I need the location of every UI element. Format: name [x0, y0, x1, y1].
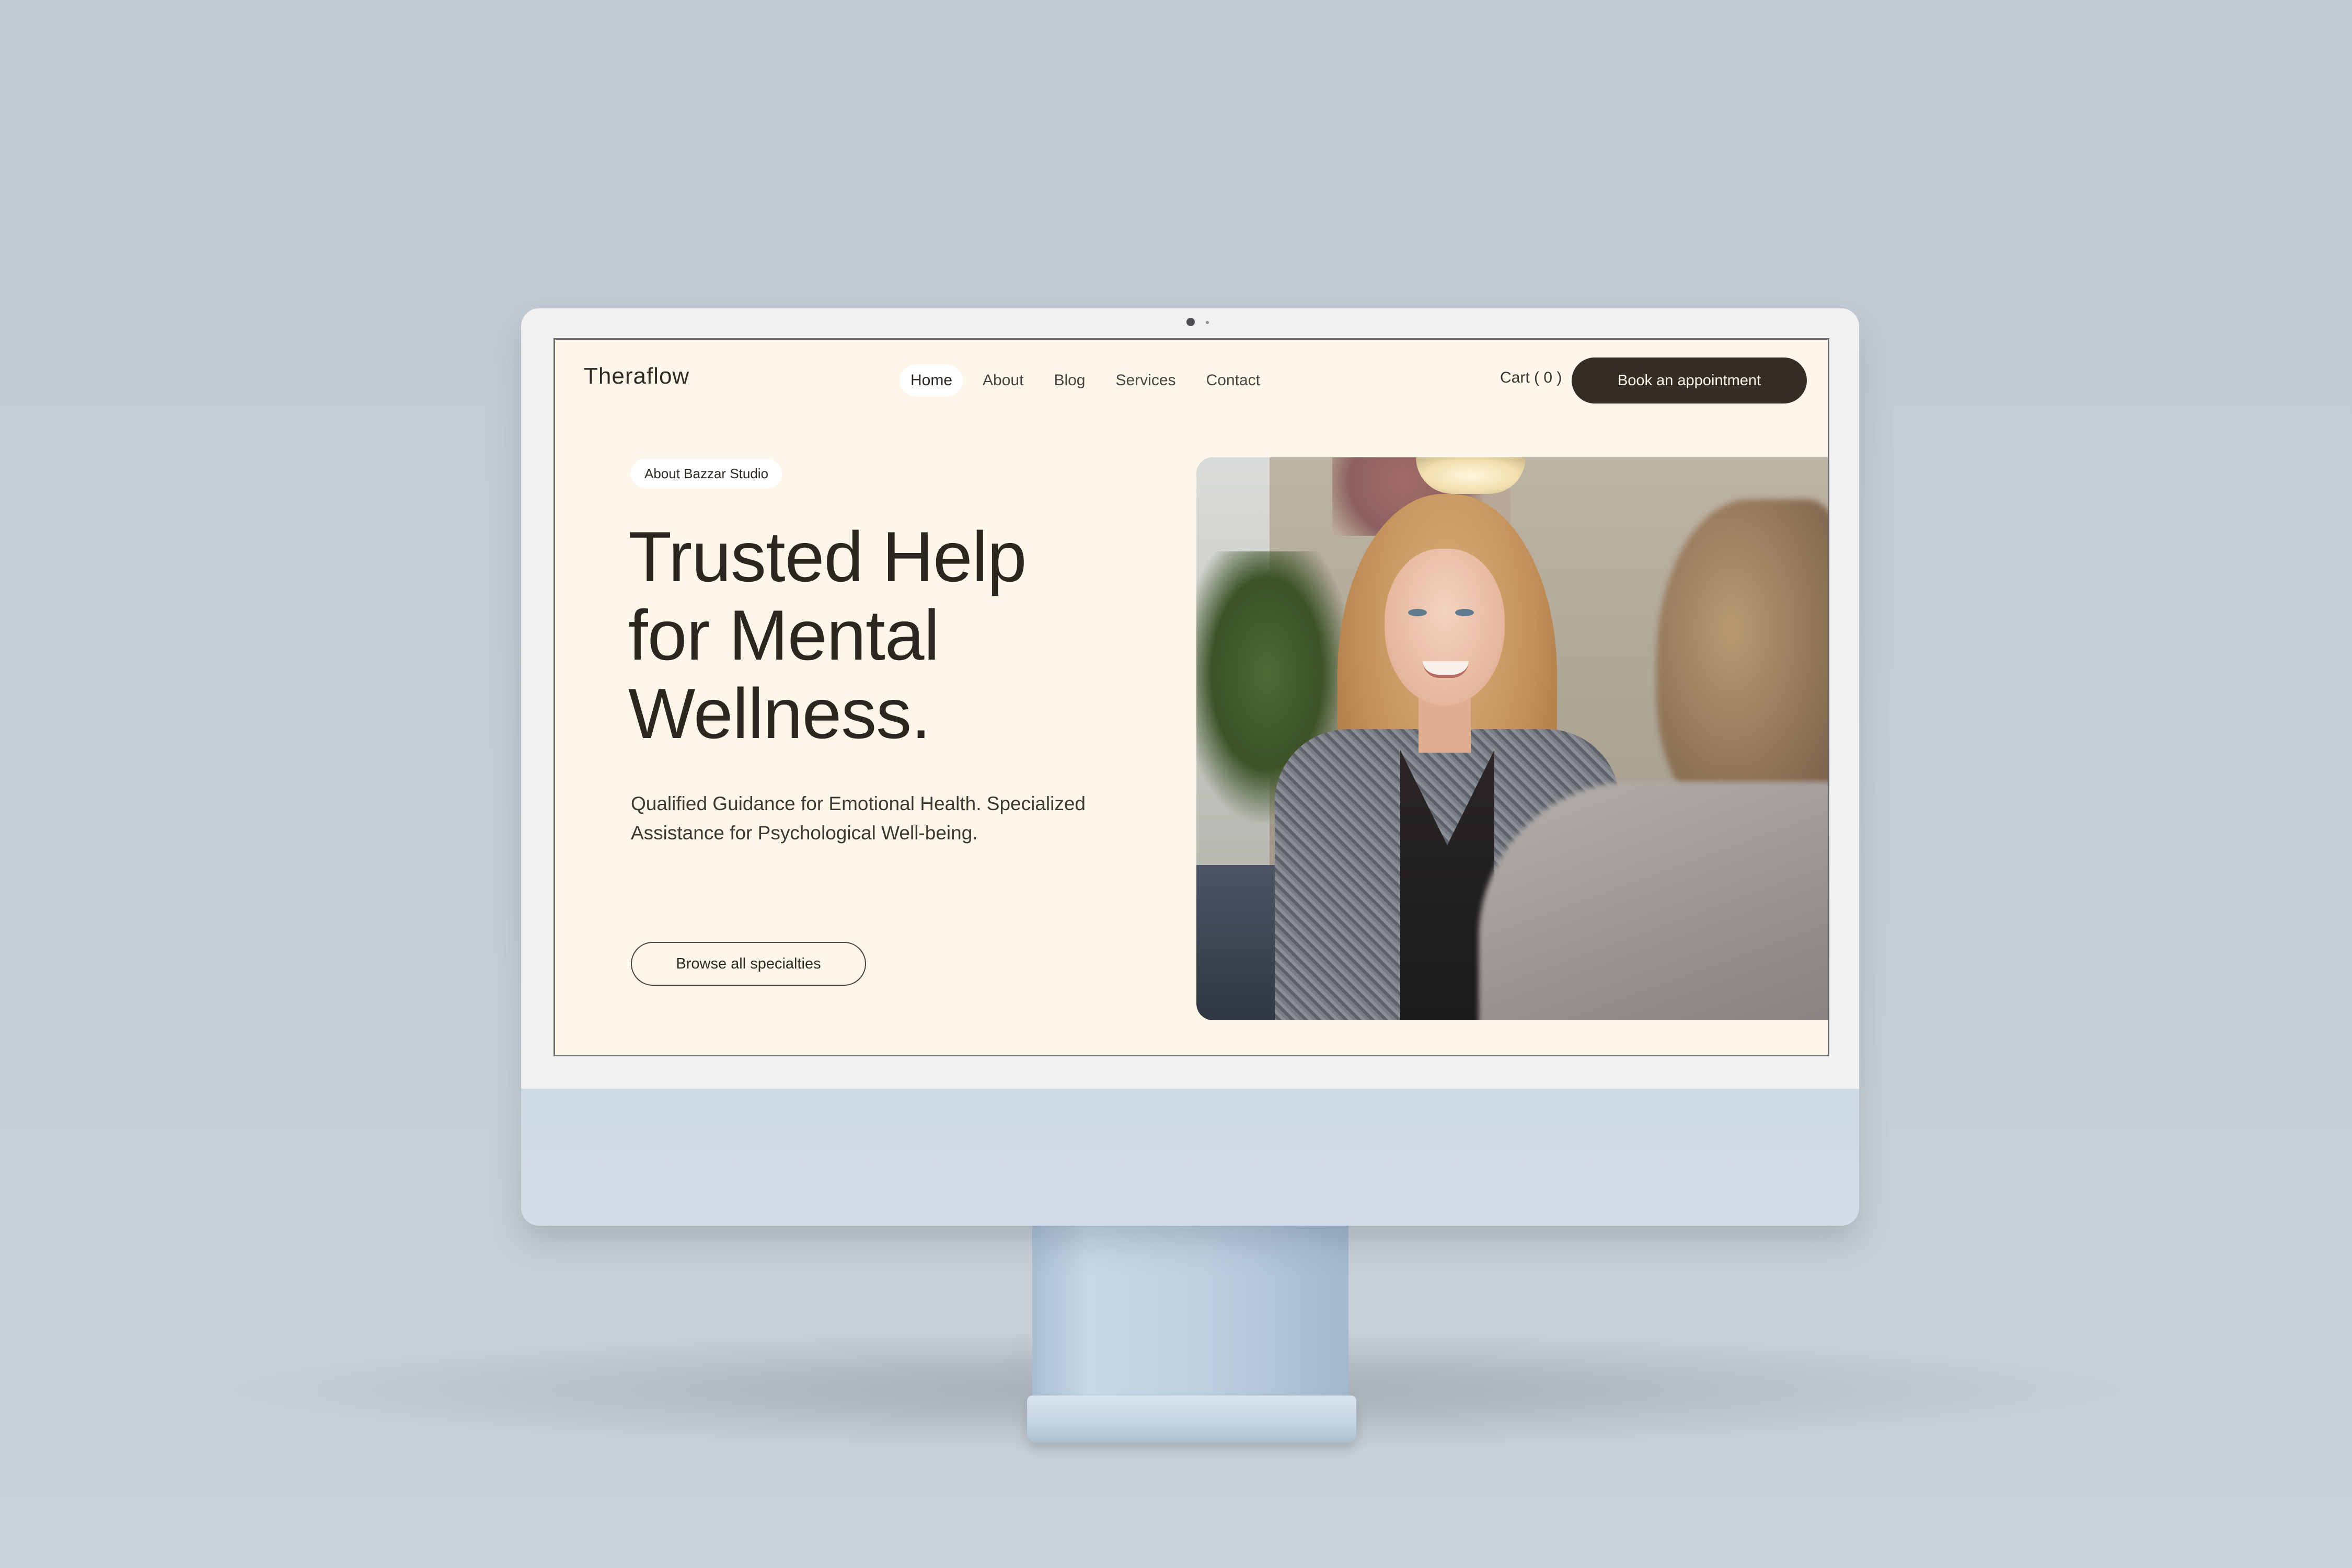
nav-item-home[interactable]: Home — [900, 365, 963, 396]
headline-line-1: Trusted Help — [628, 517, 1027, 596]
imac-stand-base — [1027, 1396, 1356, 1443]
nav-item-contact[interactable]: Contact — [1196, 365, 1271, 396]
cart-link[interactable]: Cart ( 0 ) — [1500, 369, 1562, 387]
book-appointment-button[interactable]: Book an appointment — [1572, 358, 1807, 403]
nav-item-services[interactable]: Services — [1105, 365, 1186, 396]
photo-woman-eye-left — [1408, 609, 1427, 616]
hero-headline: Trusted Help for Mental Wellness. — [628, 517, 1099, 753]
nav-item-about[interactable]: About — [972, 365, 1034, 396]
camera-indicator — [1206, 321, 1209, 324]
browse-specialties-button[interactable]: Browse all specialties — [631, 942, 866, 986]
nav-item-blog[interactable]: Blog — [1043, 365, 1096, 396]
main-nav: Home About Blog Services Contact — [900, 365, 1280, 396]
photo-woman-face — [1385, 549, 1505, 706]
imac-stand — [1032, 1223, 1348, 1406]
hero-photo — [1196, 457, 1828, 1020]
about-badge: About Bazzar Studio — [631, 459, 782, 488]
hero-subtext: Qualified Guidance for Emotional Health.… — [631, 793, 1086, 844]
headline-line-2: for Mental — [628, 595, 940, 675]
site-logo[interactable]: Theraflow — [584, 363, 689, 389]
imac-chin — [521, 1089, 1859, 1226]
headline-line-3: Wellness. — [628, 674, 931, 753]
browser-viewport: Theraflow Home About Blog Services Conta… — [554, 338, 1829, 1056]
camera-icon — [1186, 318, 1195, 326]
photo-woman-eye-right — [1455, 609, 1474, 616]
